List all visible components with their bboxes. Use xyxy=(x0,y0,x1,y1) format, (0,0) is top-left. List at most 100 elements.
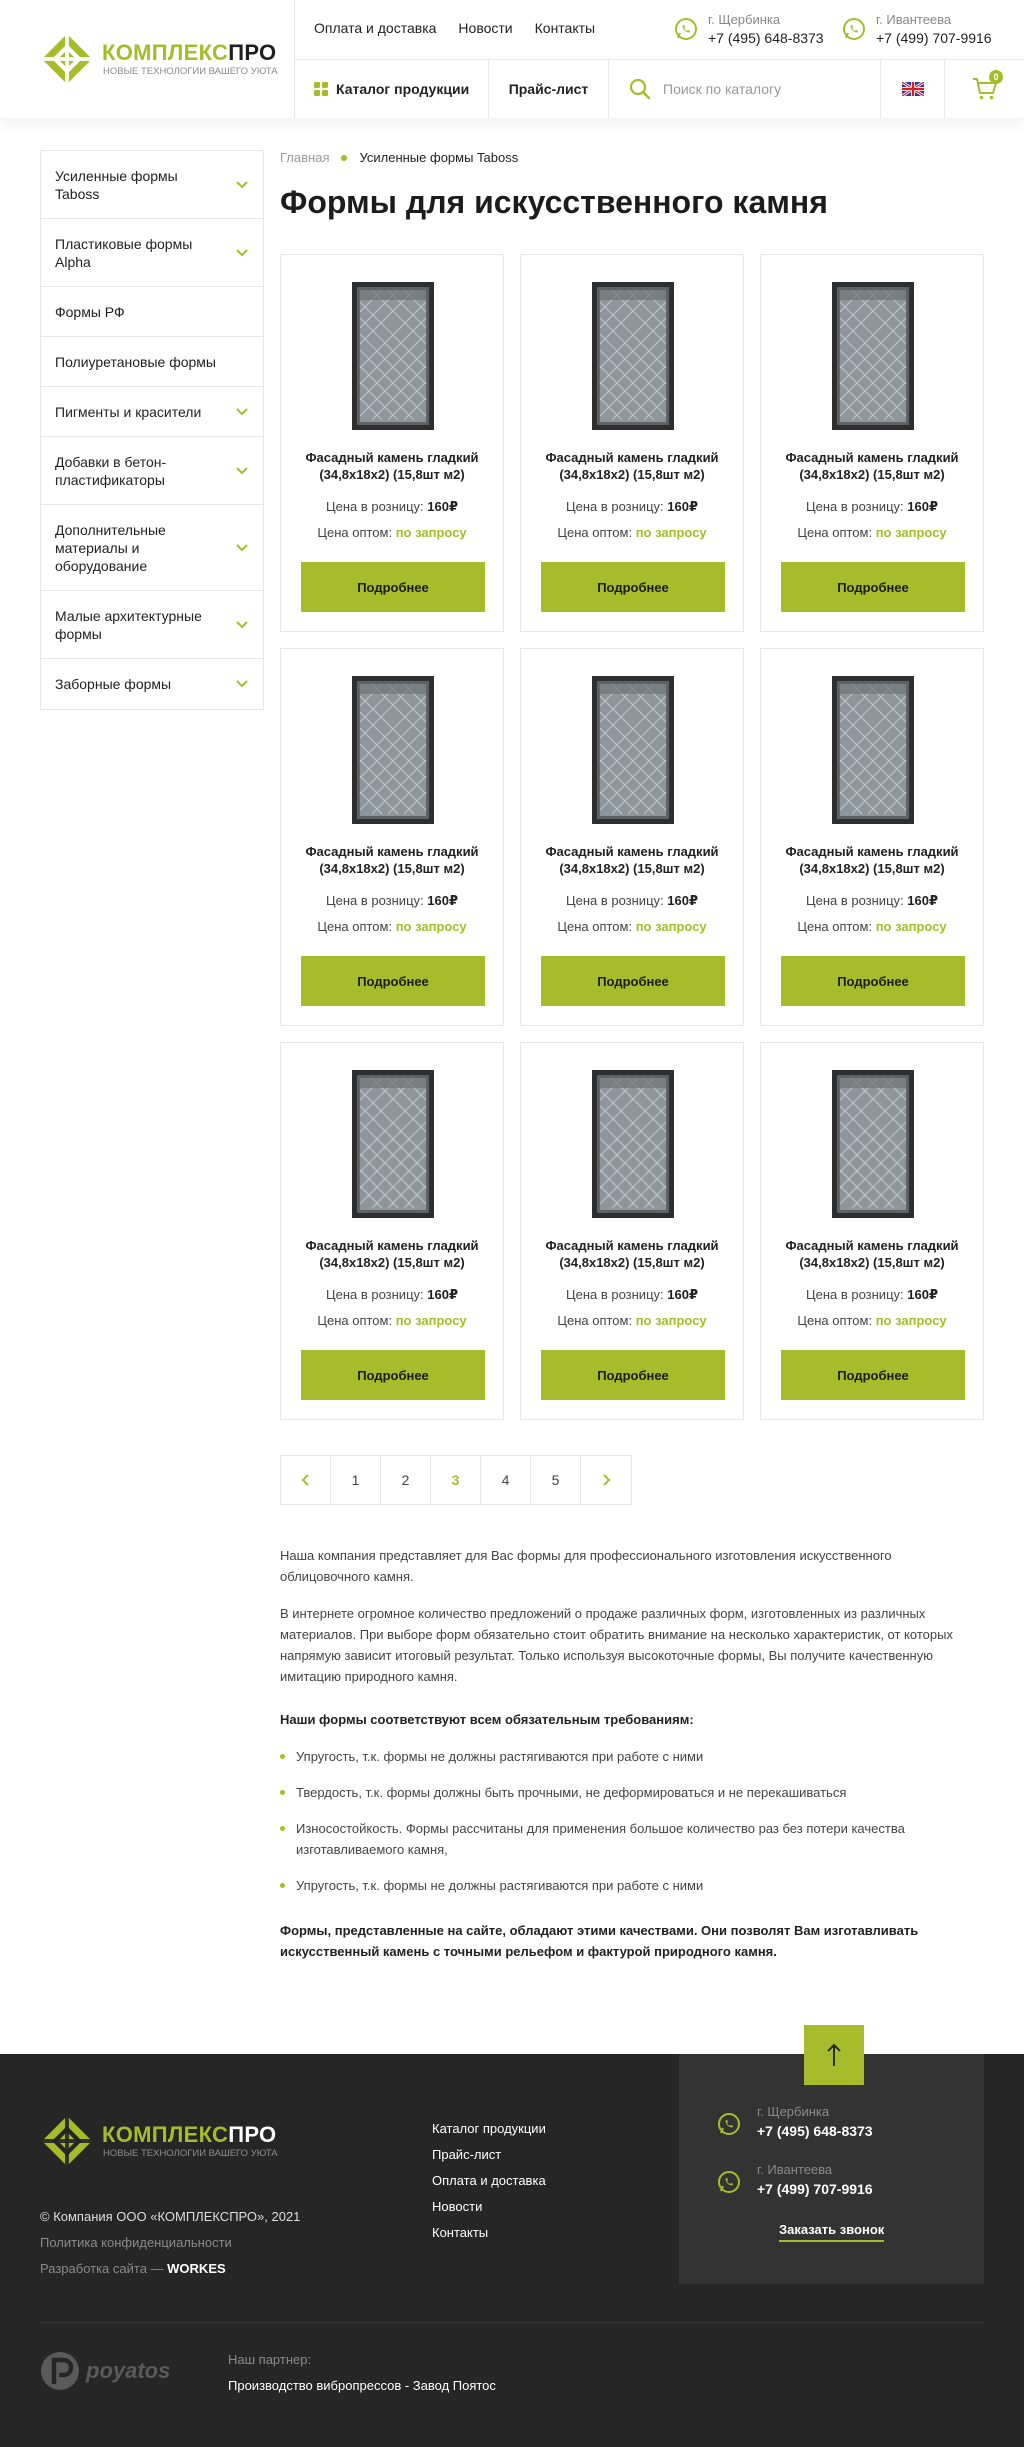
site-logo[interactable]: КОМПЛЕКСПРО НОВЫЕ ТЕХНОЛОГИИ ВАШЕГО УЮТА xyxy=(40,32,278,86)
whatsapp-icon xyxy=(718,2113,740,2135)
chevron-down-icon[interactable] xyxy=(235,180,249,190)
callback-button[interactable]: Заказать звонок xyxy=(779,2222,885,2242)
footer-link-catalog[interactable]: Каталог продукции xyxy=(432,2116,546,2142)
search-input[interactable] xyxy=(663,81,863,97)
developer-credit: Разработка сайта — WORKES xyxy=(40,2261,226,2276)
details-button[interactable]: Подробнее xyxy=(541,562,725,612)
details-button[interactable]: Подробнее xyxy=(781,562,965,612)
sidebar-item-label: Добавки в бетон-пластификаторы xyxy=(55,453,167,488)
product-card[interactable]: Фасадный камень гладкий (34,8х18х2) (15,… xyxy=(520,254,744,632)
phone-number[interactable]: +7 (495) 648-8373 xyxy=(757,2123,873,2139)
details-button[interactable]: Подробнее xyxy=(541,956,725,1006)
pagination-page[interactable]: 1 xyxy=(331,1456,381,1504)
footer-link-price[interactable]: Прайс-лист xyxy=(432,2142,546,2168)
breadcrumb-separator xyxy=(341,154,348,161)
product-name[interactable]: Фасадный камень гладкий (34,8х18х2) (15,… xyxy=(771,843,973,877)
developer-link[interactable]: WORKES xyxy=(167,2261,226,2276)
details-button[interactable]: Подробнее xyxy=(781,1350,965,1400)
search-bar xyxy=(608,60,880,118)
footer-phone-ivanteeva[interactable]: г. Ивантеева +7 (499) 707-9916 xyxy=(718,2162,873,2202)
partner-logo[interactable]: poyatos xyxy=(40,2350,200,2392)
phone-city: г. Щербинка xyxy=(708,12,781,27)
product-card[interactable]: Фасадный камень гладкий (34,8х18х2) (15,… xyxy=(280,648,504,1026)
sidebar-item-fence-forms[interactable]: Заборные формы xyxy=(41,659,263,709)
product-name[interactable]: Фасадный камень гладкий (34,8х18х2) (15,… xyxy=(531,1237,733,1271)
chevron-down-icon[interactable] xyxy=(235,466,249,476)
chevron-down-icon[interactable] xyxy=(235,620,249,630)
product-name[interactable]: Фасадный камень гладкий (34,8х18х2) (15,… xyxy=(531,843,733,877)
product-image[interactable] xyxy=(352,282,434,430)
product-card[interactable]: Фасадный камень гладкий (34,8х18х2) (15,… xyxy=(760,1042,984,1420)
pagination-page[interactable]: 4 xyxy=(481,1456,531,1504)
footer-phone-shcherbinka[interactable]: г. Щербинка +7 (495) 648-8373 xyxy=(718,2104,873,2144)
details-button[interactable]: Подробнее xyxy=(541,1350,725,1400)
product-name[interactable]: Фасадный камень гладкий (34,8х18х2) (15,… xyxy=(771,449,973,483)
catalog-button[interactable]: Каталог продукции xyxy=(294,60,488,118)
product-image[interactable] xyxy=(832,676,914,824)
price-list-button[interactable]: Прайс-лист xyxy=(488,60,608,118)
search-icon[interactable] xyxy=(629,78,651,100)
phone-number[interactable]: +7 (499) 707-9916 xyxy=(876,30,992,46)
footer-logo[interactable]: КОМПЛЕКСПРО НОВЫЕ ТЕХНОЛОГИИ ВАШЕГО УЮТА xyxy=(40,2114,278,2168)
product-card[interactable]: Фасадный камень гладкий (34,8х18х2) (15,… xyxy=(760,254,984,632)
sidebar-item-small-forms[interactable]: Малые архитектурные формы xyxy=(41,591,263,659)
pagination-page[interactable]: 2 xyxy=(381,1456,431,1504)
product-image[interactable] xyxy=(592,676,674,824)
product-card[interactable]: Фасадный камень гладкий (34,8х18х2) (15,… xyxy=(520,1042,744,1420)
chevron-down-icon[interactable] xyxy=(235,543,249,553)
logo-title: КОМПЛЕКСПРО xyxy=(102,2122,277,2147)
sidebar-item-taboss[interactable]: Усиленные формы Taboss xyxy=(41,151,263,219)
partner-label: Наш партнер: xyxy=(228,2352,312,2367)
pagination-prev-button[interactable] xyxy=(281,1456,331,1504)
sidebar-item-polyurethane[interactable]: Полиуретановые формы xyxy=(41,337,263,387)
chevron-down-icon[interactable] xyxy=(235,407,249,417)
product-card[interactable]: Фасадный камень гладкий (34,8х18х2) (15,… xyxy=(280,1042,504,1420)
product-image[interactable] xyxy=(592,282,674,430)
details-button[interactable]: Подробнее xyxy=(301,956,485,1006)
product-name[interactable]: Фасадный камень гладкий (34,8х18х2) (15,… xyxy=(291,449,493,483)
requirements-item: Упругость, т.к. формы не должны растягив… xyxy=(280,1875,985,1896)
grid-icon xyxy=(314,82,328,96)
product-card[interactable]: Фасадный камень гладкий (34,8х18х2) (15,… xyxy=(760,648,984,1026)
product-retail-price: Цена в розницу: 160₽ xyxy=(325,893,459,908)
product-image[interactable] xyxy=(352,1070,434,1218)
pagination-page-current[interactable]: 3 xyxy=(431,1456,481,1504)
nav-link-contacts[interactable]: Контакты xyxy=(535,20,595,36)
product-name[interactable]: Фасадный камень гладкий (34,8х18х2) (15,… xyxy=(531,449,733,483)
product-card[interactable]: Фасадный камень гладкий (34,8х18х2) (15,… xyxy=(280,254,504,632)
cart-button[interactable]: 0 xyxy=(944,60,1024,118)
chevron-down-icon[interactable] xyxy=(235,248,249,258)
pagination-page[interactable]: 5 xyxy=(531,1456,581,1504)
partner-link[interactable]: Производство вибропрессов - Завод Поятос xyxy=(228,2378,496,2393)
details-button[interactable]: Подробнее xyxy=(781,956,965,1006)
product-card[interactable]: Фасадный камень гладкий (34,8х18х2) (15,… xyxy=(520,648,744,1026)
scroll-to-top-button[interactable] xyxy=(804,2025,864,2085)
footer-link-contacts[interactable]: Контакты xyxy=(432,2220,546,2246)
product-retail-price: Цена в розницу: 160₽ xyxy=(565,1287,699,1302)
product-image[interactable] xyxy=(592,1070,674,1218)
nav-link-delivery[interactable]: Оплата и доставка xyxy=(314,20,436,36)
sidebar-item-pigments[interactable]: Пигменты и красители xyxy=(41,387,263,437)
product-image[interactable] xyxy=(832,1070,914,1218)
product-name[interactable]: Фасадный камень гладкий (34,8х18х2) (15,… xyxy=(291,843,493,877)
sidebar-item-additives[interactable]: Добавки в бетон-пластификаторы xyxy=(41,437,263,505)
nav-link-news[interactable]: Новости xyxy=(458,20,512,36)
footer-link-delivery[interactable]: Оплата и доставка xyxy=(432,2168,546,2194)
breadcrumb-home[interactable]: Главная xyxy=(280,150,329,165)
language-switch[interactable] xyxy=(880,60,944,118)
footer-link-news[interactable]: Новости xyxy=(432,2194,546,2220)
product-image[interactable] xyxy=(352,676,434,824)
product-name[interactable]: Фасадный камень гладкий (34,8х18х2) (15,… xyxy=(771,1237,973,1271)
details-button[interactable]: Подробнее xyxy=(301,1350,485,1400)
phone-number[interactable]: +7 (499) 707-9916 xyxy=(757,2181,873,2197)
product-image[interactable] xyxy=(832,282,914,430)
chevron-down-icon[interactable] xyxy=(235,679,249,689)
phone-number[interactable]: +7 (495) 648-8373 xyxy=(708,30,824,46)
details-button[interactable]: Подробнее xyxy=(301,562,485,612)
privacy-policy-link[interactable]: Политика конфиденциальности xyxy=(40,2235,232,2250)
sidebar-item-materials[interactable]: Дополнительные материалы и оборудование xyxy=(41,505,263,591)
product-name[interactable]: Фасадный камень гладкий (34,8х18х2) (15,… xyxy=(291,1237,493,1271)
pagination-next-button[interactable] xyxy=(581,1456,631,1504)
sidebar-item-forms-rf[interactable]: Формы РФ xyxy=(41,287,263,337)
sidebar-item-alpha[interactable]: Пластиковые формы Alpha xyxy=(41,219,263,287)
